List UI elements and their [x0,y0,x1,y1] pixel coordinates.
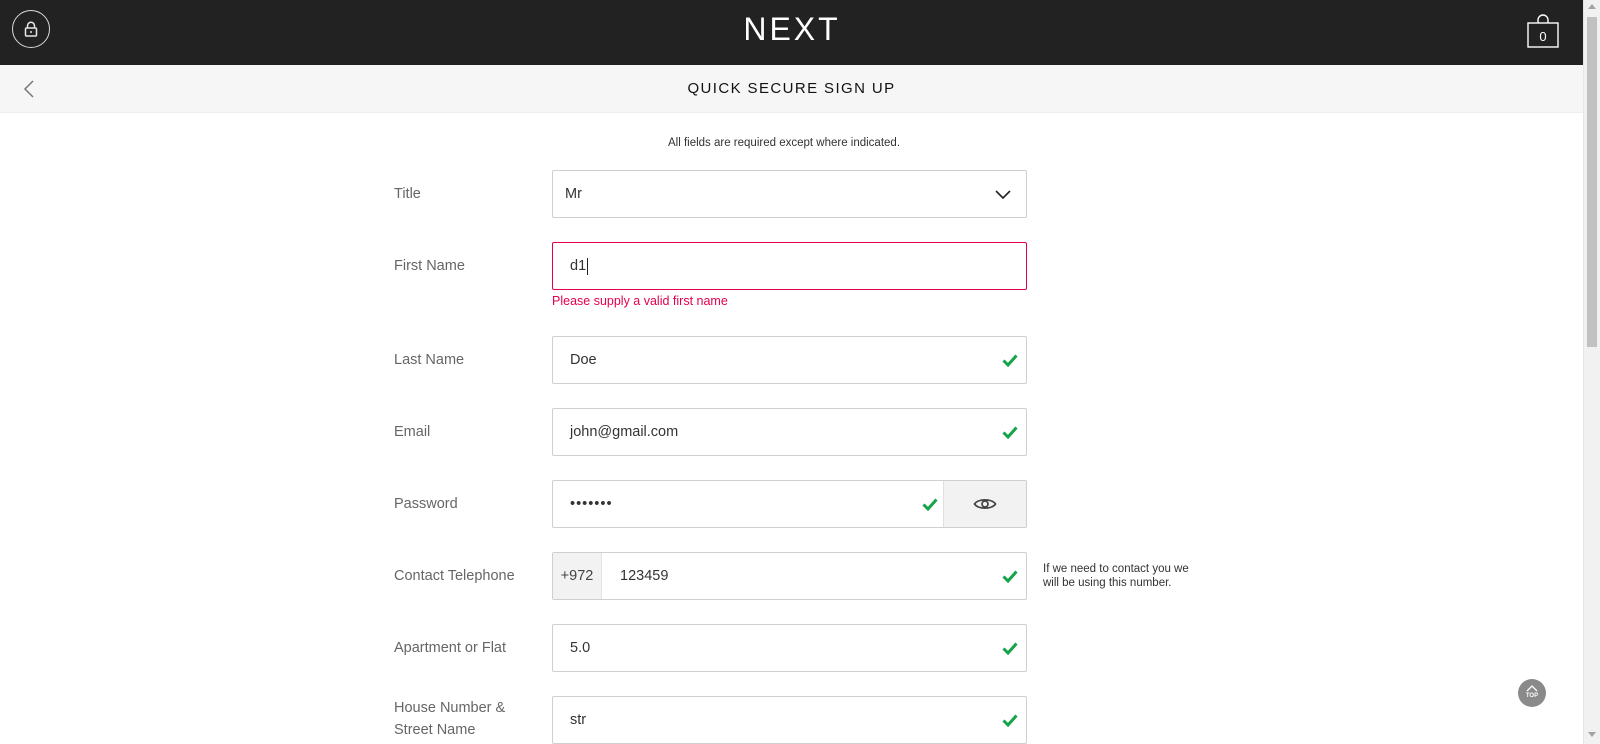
dial-code[interactable]: +972 [553,553,602,599]
apartment-label: Apartment or Flat [394,640,507,656]
telephone-value: 123459 [620,568,669,584]
password-value: ••••••• [570,496,613,512]
telephone-label: Contact Telephone [394,568,515,584]
first-name-error: Please supply a valid first name [552,294,728,308]
text-caret [587,257,589,275]
page-scrollbar[interactable] [1583,0,1600,744]
last-name-input[interactable]: Doe [552,336,1027,384]
shopping-bag-button[interactable]: 0 [1526,13,1560,49]
page-title: QUICK SECURE SIGN UP [687,80,896,97]
title-select[interactable]: Mr [552,170,1027,218]
title-label: Title [394,186,421,202]
next-logo[interactable]: NEXT [740,12,844,46]
apartment-input[interactable]: 5.0 [552,624,1027,672]
scroll-thumb[interactable] [1587,17,1597,347]
chevron-down-icon [995,190,1011,200]
email-input[interactable]: john@gmail.com [552,408,1027,456]
secure-lock-button[interactable] [12,10,50,48]
back-chevron-icon [23,80,34,98]
svg-text:NEXT: NEXT [743,12,840,46]
show-password-button[interactable] [943,481,1026,527]
street-input[interactable]: str [552,696,1027,744]
checkmark-icon [1002,714,1018,727]
email-value: john@gmail.com [570,424,679,440]
page-header: QUICK SECURE SIGN UP [0,65,1583,113]
first-name-input[interactable]: d1 [552,242,1027,290]
site-header: NEXT 0 [0,0,1583,65]
back-button[interactable] [20,78,40,100]
last-name-label: Last Name [394,352,465,368]
checkmark-icon [1002,642,1018,655]
eye-icon [973,499,997,509]
email-label: Email [394,424,431,440]
checkmark-icon [1002,354,1018,367]
back-to-top-label: TOP [1525,693,1539,699]
first-name-label: First Name [394,258,465,274]
lock-icon [24,21,38,37]
password-input[interactable]: ••••••• [552,480,1027,528]
password-label: Password [394,496,458,512]
first-name-text: d1 [570,258,587,274]
street-label: House Number & Street Name [394,700,506,738]
title-select-value: Mr [565,186,582,202]
scroll-down-arrow-icon[interactable] [1588,732,1596,737]
telephone-input[interactable]: +972 123459 [552,552,1027,600]
telephone-hint: If we need to contact you we will be usi… [1043,563,1189,589]
checkmark-icon [1002,570,1018,583]
form-intro-text: All fields are required except where ind… [667,137,901,149]
scroll-up-arrow-icon[interactable] [1588,4,1596,9]
checkmark-icon [922,498,938,511]
apartment-value: 5.0 [570,640,591,656]
last-name-value: Doe [570,352,597,368]
back-to-top-button[interactable]: TOP [1518,679,1546,707]
bag-count: 0 [1539,29,1547,44]
street-value: str [570,712,587,728]
first-name-value: d1 [570,243,589,289]
checkmark-icon [1002,426,1018,439]
